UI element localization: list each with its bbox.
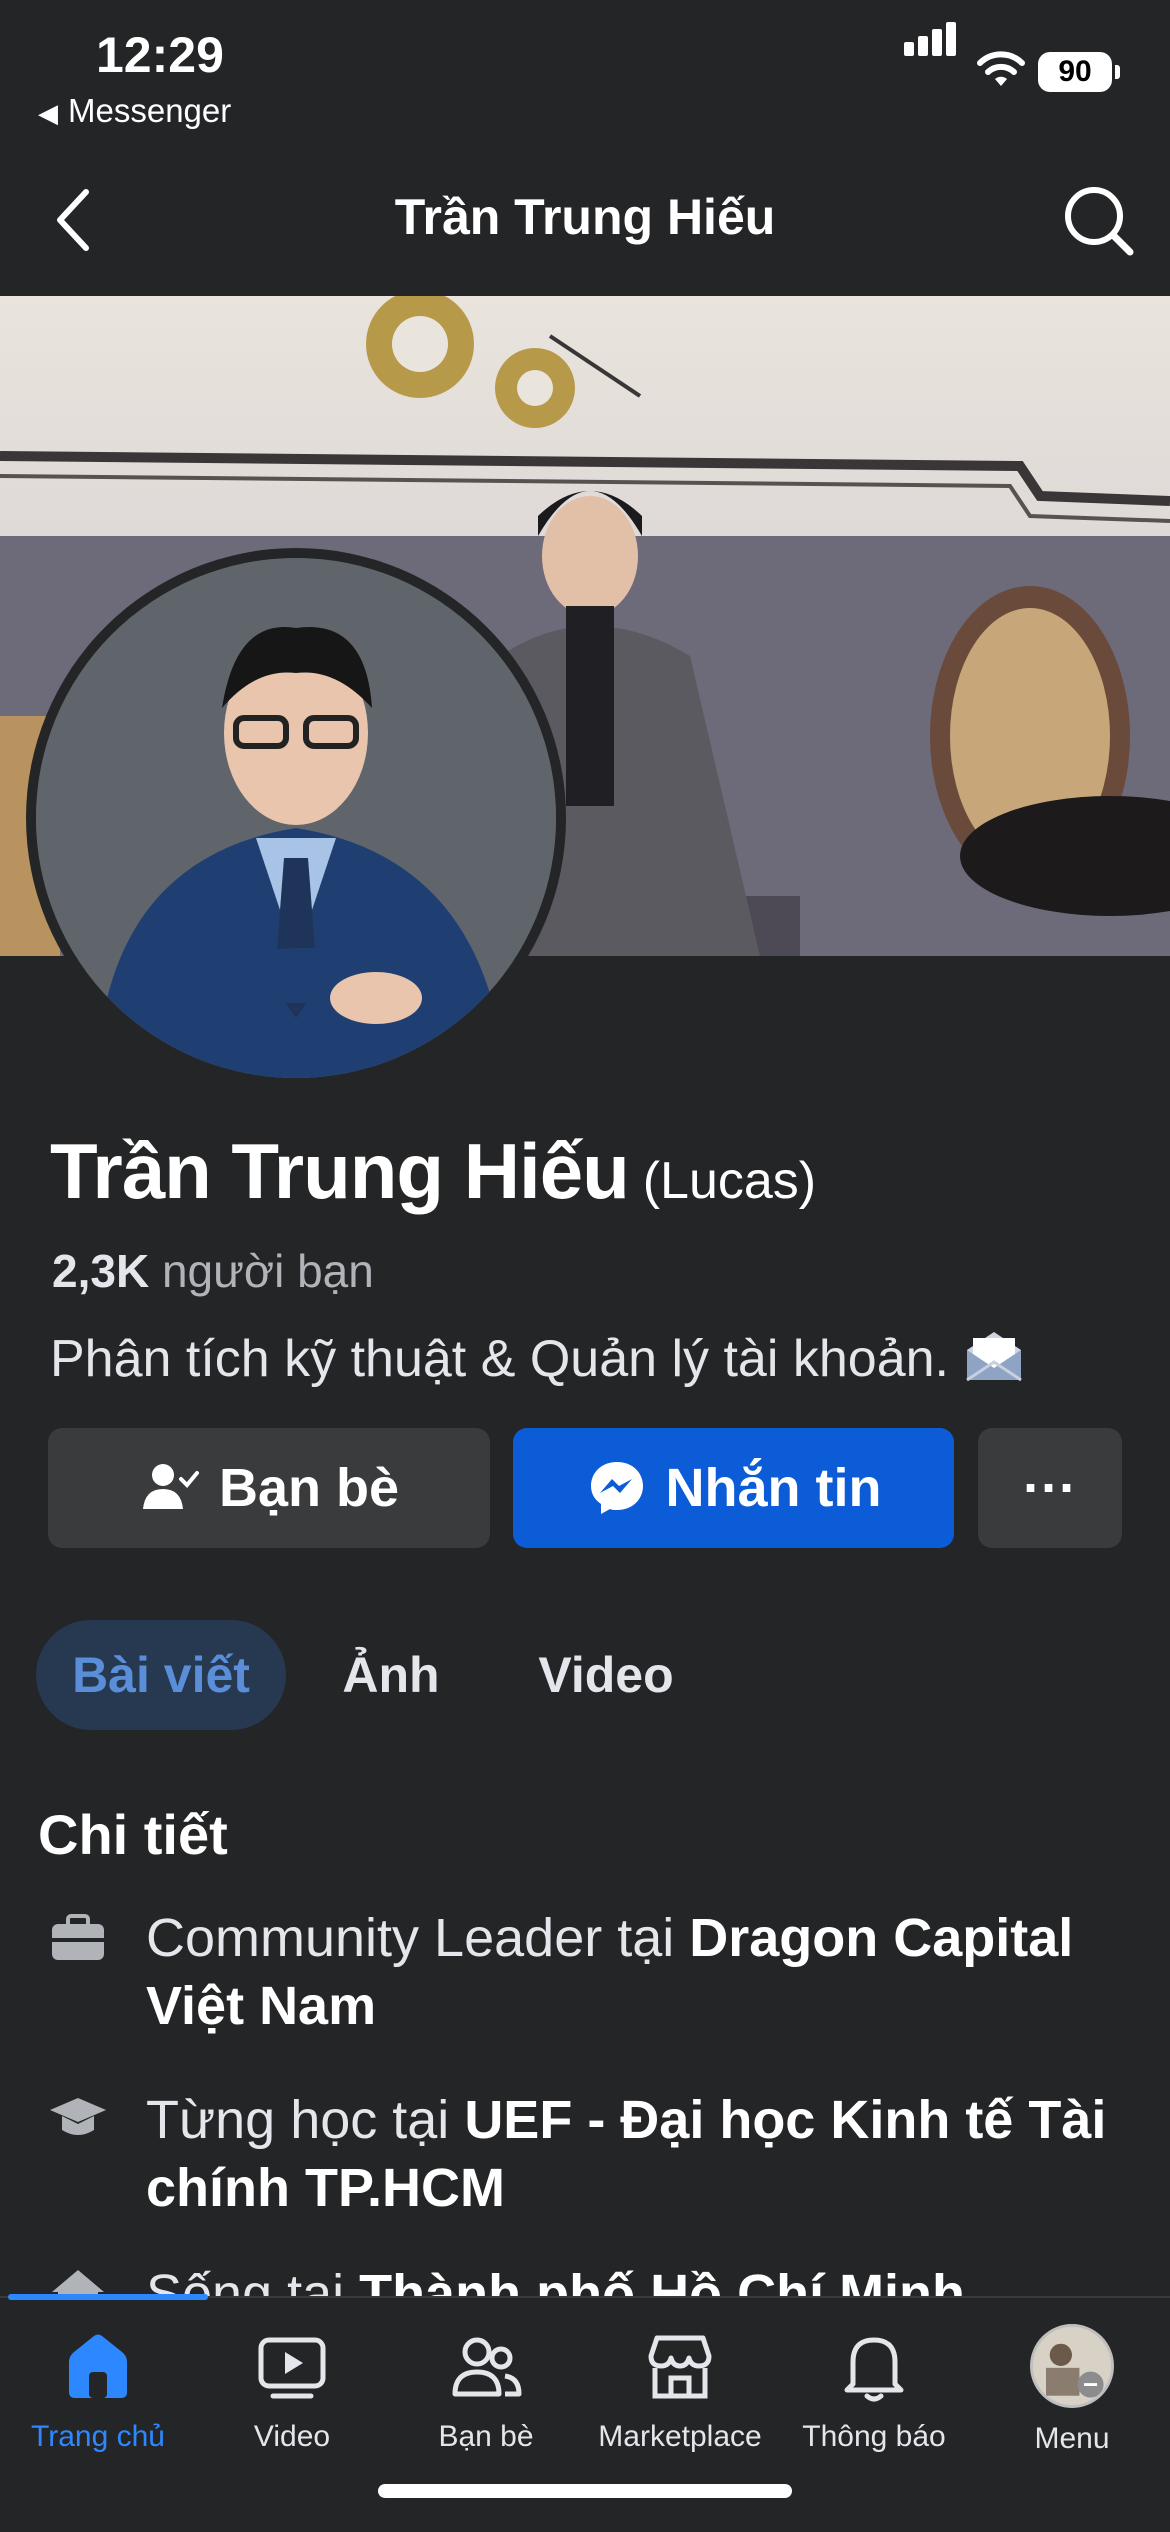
status-bar: 12:29 ◀ Messenger 90 — [0, 0, 1170, 150]
work-prefix: Community Leader tại — [146, 1908, 690, 1968]
nav-video[interactable]: Video — [194, 2328, 390, 2478]
avatar-image — [36, 558, 556, 1078]
wifi-icon — [977, 51, 1025, 86]
loading-progress-bar — [8, 2294, 208, 2300]
friend-count-label: người bạn — [161, 1245, 374, 1297]
back-to-app-link[interactable]: ◀ Messenger — [38, 92, 231, 130]
envelope-icon — [966, 1332, 1022, 1382]
profile-nickname: (Lucas) — [642, 1152, 817, 1210]
nav-menu[interactable]: Menu — [974, 2324, 1170, 2478]
nav-friends-label: Bạn bè — [438, 2420, 534, 2453]
nav-home-label: Trang chủ — [31, 2420, 165, 2453]
more-options-button[interactable]: ··· — [978, 1428, 1122, 1548]
messenger-icon — [590, 1462, 643, 1514]
friends-button-label: Bạn bè — [218, 1458, 400, 1518]
home-indicator[interactable] — [378, 2484, 792, 2498]
nav-home[interactable]: Trang chủ — [0, 2328, 196, 2478]
nav-menu-label: Menu — [1034, 2422, 1110, 2455]
search-icon — [1065, 187, 1134, 256]
status-time: 12:29 — [96, 27, 224, 83]
details-heading: Chi tiết — [38, 1803, 228, 1866]
tab-posts[interactable]: Bài viết — [36, 1620, 286, 1730]
detail-education: Từng học tại UEF - Đại học Kinh tế Tài c… — [146, 2086, 1136, 2222]
friend-count-link[interactable]: 2,3K người bạn — [52, 1244, 374, 1298]
message-button-label: Nhắn tin — [665, 1458, 882, 1518]
graduation-cap-icon — [50, 2098, 106, 2135]
more-dots-icon: ··· — [1023, 1458, 1077, 1518]
profile-name-line: Trần Trung Hiếu (Lucas) — [50, 1126, 816, 1217]
back-app-label: Messenger — [68, 92, 232, 129]
marketplace-icon — [648, 2335, 712, 2399]
battery-indicator: 90 — [1038, 52, 1120, 92]
nav-marketplace[interactable]: Marketplace — [582, 2328, 778, 2478]
profile-name: Trần Trung Hiếu — [50, 1127, 630, 1215]
video-icon — [258, 2337, 326, 2399]
profile-header: Trần Trung Hiếu — [0, 150, 1170, 296]
nav-notifications[interactable]: Thông báo — [776, 2328, 972, 2478]
friends-icon — [452, 2337, 522, 2397]
message-button[interactable]: Nhắn tin — [513, 1428, 954, 1548]
detail-work: Community Leader tại Dragon Capital Việt… — [146, 1904, 1136, 2040]
search-button[interactable] — [1058, 180, 1138, 260]
nav-video-label: Video — [253, 2420, 331, 2453]
tab-photos[interactable]: Ảnh — [326, 1620, 456, 1730]
header-title: Trần Trung Hiếu — [394, 189, 776, 245]
bell-icon — [844, 2337, 904, 2402]
profile-avatar[interactable] — [36, 558, 556, 1078]
education-prefix: Từng học tại — [146, 2090, 465, 2150]
friend-check-icon — [142, 1464, 199, 1509]
menu-avatar — [1030, 2324, 1114, 2408]
friend-count: 2,3K — [52, 1245, 150, 1297]
briefcase-icon — [52, 1914, 104, 1960]
tab-videos[interactable]: Video — [516, 1620, 696, 1730]
home-icon — [69, 2334, 127, 2398]
bio-text: Phân tích kỹ thuật & Quản lý tài khoản. — [50, 1330, 949, 1388]
nav-friends[interactable]: Bạn bè — [388, 2328, 584, 2478]
nav-notifications-label: Thông báo — [802, 2420, 946, 2453]
profile-bio: Phân tích kỹ thuật & Quản lý tài khoản. — [50, 1326, 1025, 1389]
friends-button[interactable]: Bạn bè — [48, 1428, 490, 1548]
back-triangle-icon: ◀ — [38, 98, 58, 128]
nav-marketplace-label: Marketplace — [598, 2420, 762, 2453]
